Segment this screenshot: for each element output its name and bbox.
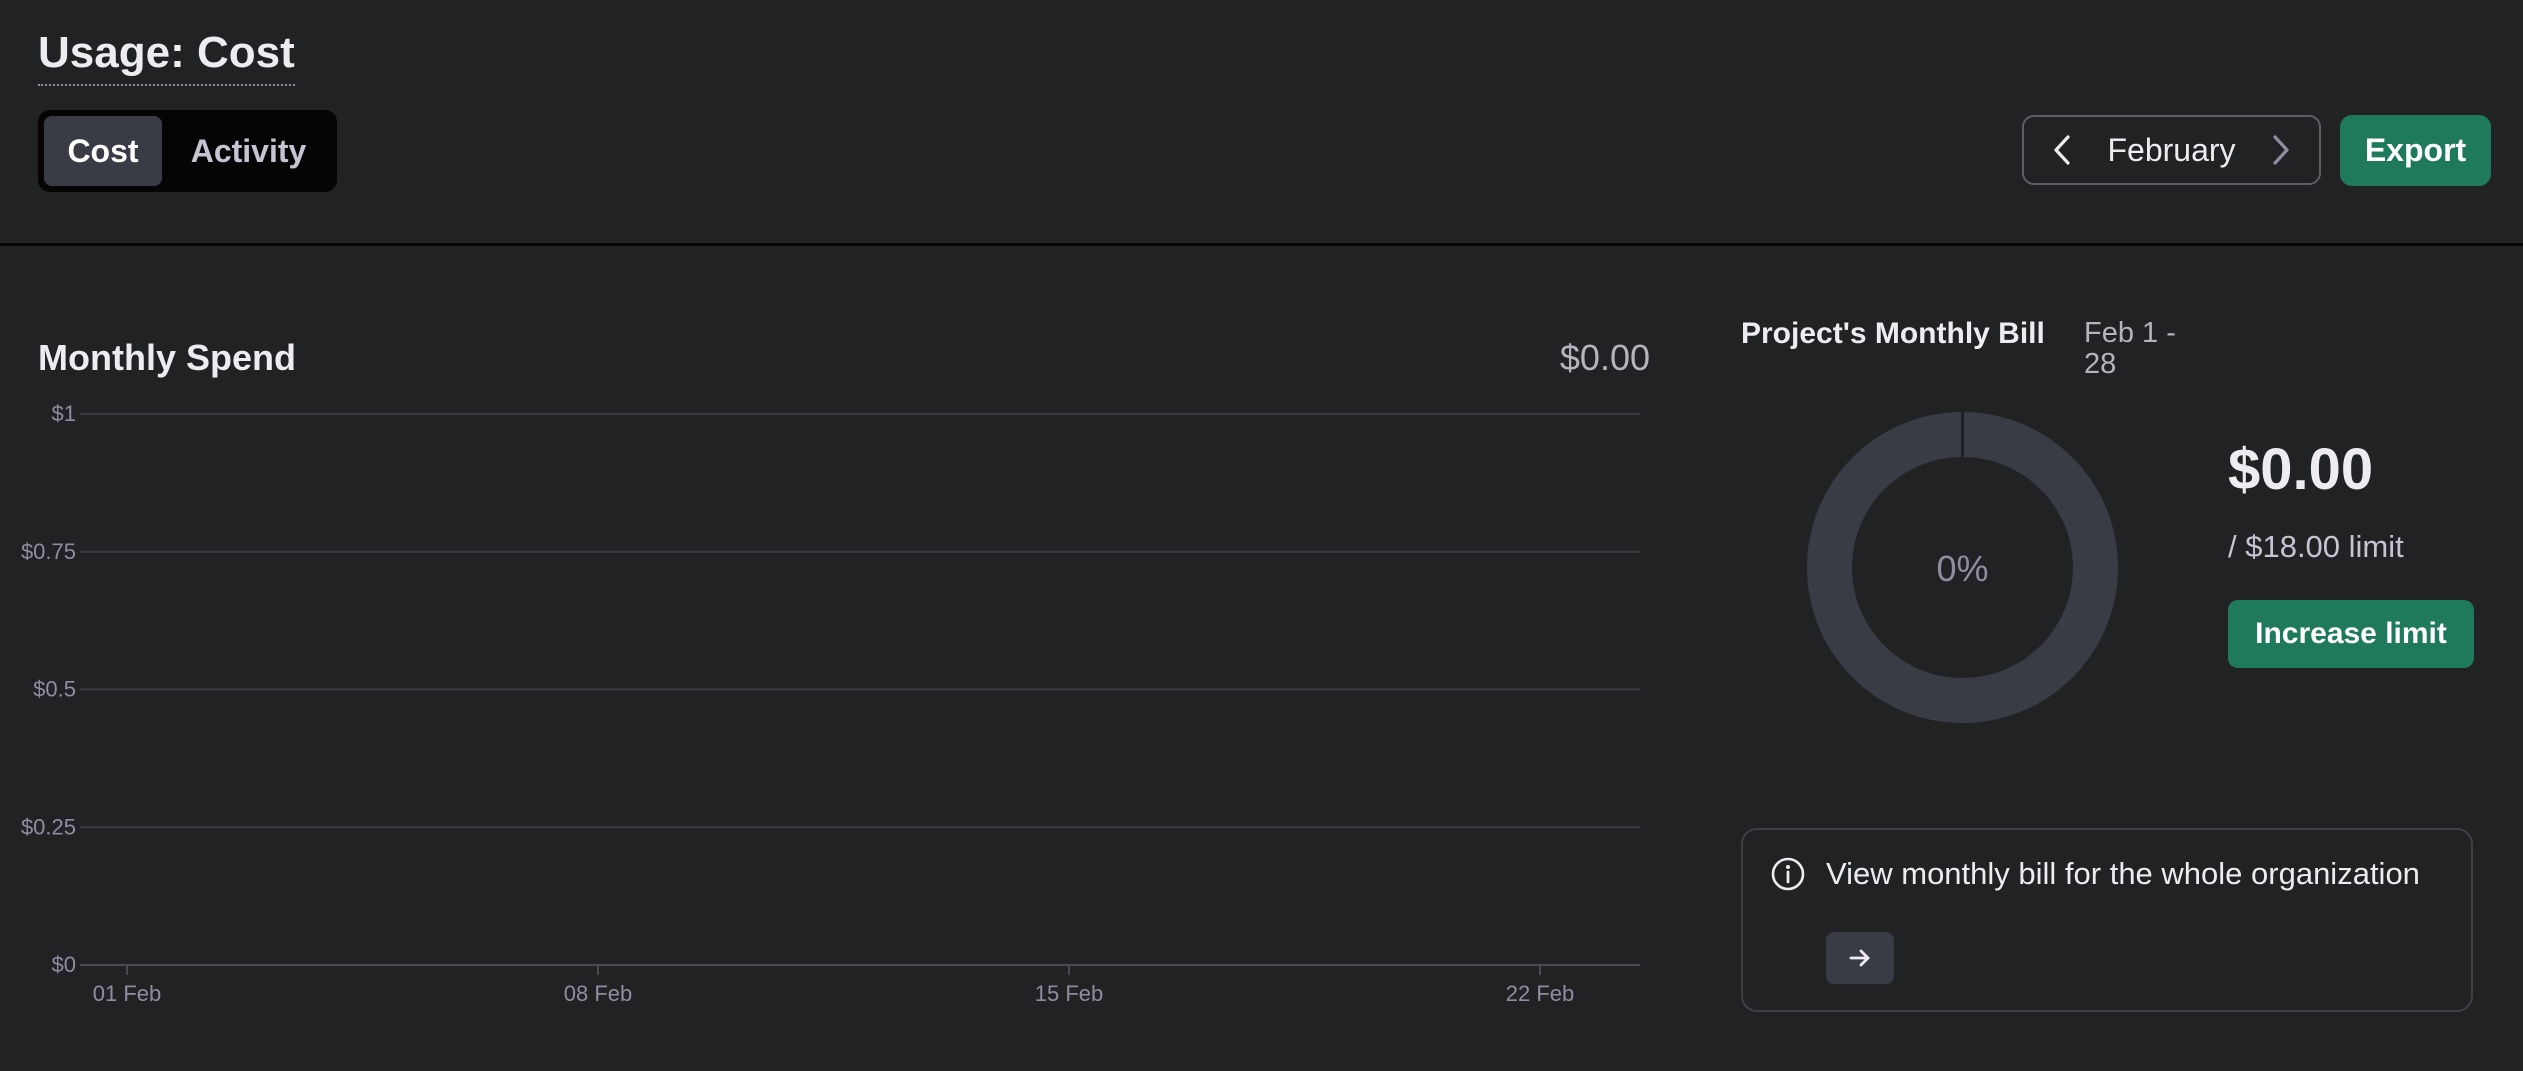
organization-bill-text: View monthly bill for the whole organiza… <box>1826 856 2420 891</box>
arrow-right-icon <box>1849 949 1870 967</box>
next-month-button[interactable] <box>2269 133 2293 167</box>
x-tick-label: 22 Feb <box>1506 981 1575 1006</box>
y-tick-label: $0.75 <box>21 539 76 564</box>
monthly-spend-title: Monthly Spend <box>38 337 296 378</box>
chevron-right-icon <box>2273 135 2289 165</box>
y-tick-label: $0 <box>52 952 76 977</box>
y-tick-label: $1 <box>52 401 76 426</box>
tab-cost[interactable]: Cost <box>44 116 162 186</box>
page-title: Usage: Cost <box>38 28 295 86</box>
info-icon <box>1771 857 1805 891</box>
organization-bill-arrow-button[interactable] <box>1826 932 1894 984</box>
view-tabs: Cost Activity <box>38 110 337 192</box>
export-button[interactable]: Export <box>2340 115 2491 186</box>
month-label: February <box>2107 131 2236 168</box>
y-tick-label: $0.25 <box>21 814 76 839</box>
bill-limit: / $18.00 limit <box>2228 529 2404 564</box>
monthly-spend-total: $0.00 <box>1559 337 1650 378</box>
chevron-left-icon <box>2054 135 2070 165</box>
x-tick-label: 15 Feb <box>1035 981 1104 1006</box>
monthly-spend-chart: $0 $0.25 $0.5 $0.75 $1 01 Feb 08 Feb 15 Feb 22 F… <box>21 401 1640 1006</box>
header-divider <box>0 243 2523 246</box>
bill-date-range: Feb 1 - 28 <box>2084 317 2176 380</box>
x-tick-label: 08 Feb <box>564 981 633 1006</box>
prev-month-button[interactable] <box>2050 133 2074 167</box>
increase-limit-button[interactable]: Increase limit <box>2228 600 2474 668</box>
tab-activity[interactable]: Activity <box>166 116 331 186</box>
bill-amount: $0.00 <box>2228 437 2374 502</box>
bill-title: Project's Monthly Bill <box>1741 317 2045 350</box>
y-tick-label: $0.5 <box>33 677 76 702</box>
donut-percent-label: 0% <box>1936 548 1989 589</box>
month-picker: February <box>2022 115 2321 185</box>
x-tick-label: 01 Feb <box>93 981 162 1006</box>
